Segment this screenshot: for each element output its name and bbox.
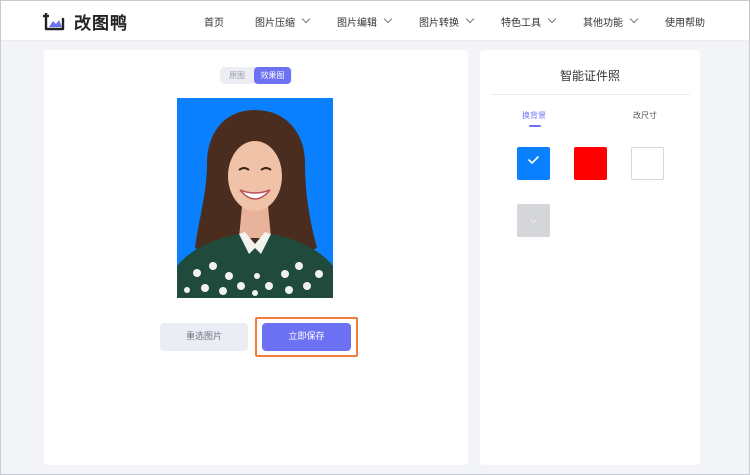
checkmark-icon xyxy=(528,156,539,164)
logo-text: 改图鸭 xyxy=(74,13,128,34)
reselect-image-button[interactable]: 重选图片 xyxy=(160,323,248,351)
chevron-down-icon xyxy=(301,14,311,24)
top-navigation-bar: 改图鸭 首页 图片压缩 图片编辑 图片转换 特色工具 其他功能 使用帮助 xyxy=(1,1,749,41)
active-tab-underline xyxy=(529,125,541,127)
preview-mode-toggle: 原图 效果图 xyxy=(220,67,292,84)
chevron-down-icon xyxy=(383,14,393,24)
nav-item-image-convert[interactable]: 图片转换 xyxy=(419,1,475,41)
settings-panel xyxy=(480,50,700,465)
toggle-original[interactable]: 原图 xyxy=(220,67,254,84)
save-now-button[interactable]: 立即保存 xyxy=(262,323,351,351)
logo[interactable]: 改图鸭 xyxy=(43,10,128,34)
nav-item-home[interactable]: 首页 xyxy=(204,1,224,41)
nav-label: 特色工具 xyxy=(501,17,541,29)
panel-title: 智能证件照 xyxy=(559,69,620,83)
toggle-result[interactable]: 效果图 xyxy=(254,67,291,84)
nav-item-other-features[interactable]: 其他功能 xyxy=(583,1,639,41)
nav-label: 首页 xyxy=(204,17,224,29)
chevron-down-icon xyxy=(629,14,639,24)
chevron-down-icon xyxy=(465,14,475,24)
nav-label: 使用帮助 xyxy=(665,17,705,29)
color-swatch-gray[interactable] xyxy=(517,204,550,237)
nav-item-special-tools[interactable]: 特色工具 xyxy=(501,1,557,41)
nav-label: 图片编辑 xyxy=(337,17,377,29)
nav-item-help[interactable]: 使用帮助 xyxy=(665,1,705,41)
nav-item-image-compress[interactable]: 图片压缩 xyxy=(255,1,311,41)
id-photo-preview xyxy=(177,98,333,298)
nav-label: 其他功能 xyxy=(583,17,623,29)
chevron-down-icon xyxy=(547,14,557,24)
color-swatch-red[interactable] xyxy=(574,147,607,180)
nav-label: 图片压缩 xyxy=(255,17,295,29)
color-swatch-white[interactable] xyxy=(631,147,664,180)
panel-divider xyxy=(490,94,690,95)
portrait-image xyxy=(177,98,333,298)
tab-change-background[interactable]: 换背景 xyxy=(522,110,546,121)
tab-change-size[interactable]: 改尺寸 xyxy=(633,110,657,121)
duck-logo-icon xyxy=(43,13,65,31)
color-swatch-blue[interactable] xyxy=(517,147,550,180)
nav-label: 图片转换 xyxy=(419,17,459,29)
chevron-down-icon xyxy=(529,215,538,224)
nav-item-image-edit[interactable]: 图片编辑 xyxy=(337,1,393,41)
